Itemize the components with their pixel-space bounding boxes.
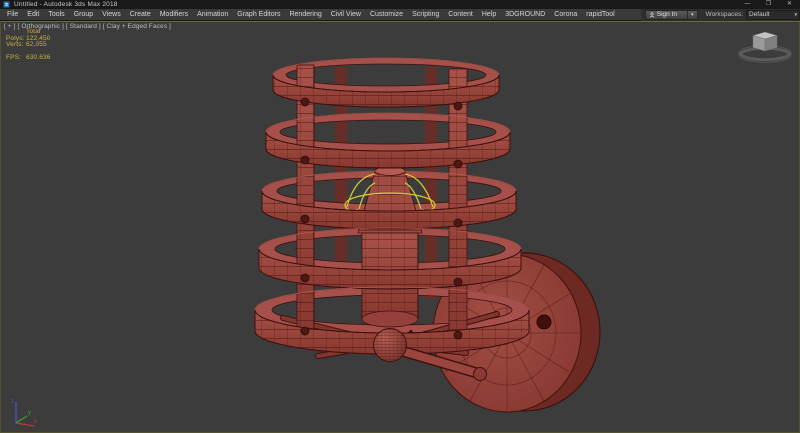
menu-item-animation[interactable]: Animation <box>197 9 228 20</box>
workspaces-dropdown[interactable]: Default ▾ <box>746 9 800 20</box>
sign-in-label: Sign In <box>656 11 678 18</box>
stats-fps-value: 630.636 <box>26 54 51 61</box>
view-cube[interactable] <box>734 25 794 69</box>
stats-verts-value: 62,055 <box>26 41 47 48</box>
menu-item-rapidtool[interactable]: rapidTool <box>586 9 614 20</box>
plate-knob <box>536 314 552 330</box>
menu-item-corona[interactable]: Corona <box>554 9 577 20</box>
menu-item-3dground[interactable]: 3DGROUND <box>505 9 545 20</box>
menu-item-edit[interactable]: Edit <box>27 9 39 20</box>
workspaces-label: Workspaces: <box>705 11 743 18</box>
axis-x-label: x <box>34 419 37 425</box>
chevron-down-icon: ▾ <box>794 11 797 18</box>
menu-item-help[interactable]: Help <box>482 9 496 20</box>
menu-item-modifiers[interactable]: Modifiers <box>160 9 188 20</box>
window-title: Untitled - Autodesk 3ds Max 2018 <box>14 1 118 8</box>
axis-y-label: y <box>28 410 31 416</box>
world-axis-gizmo: z x y <box>11 399 37 427</box>
3dsmax-app-icon[interactable] <box>3 1 10 8</box>
menu-item-tools[interactable]: Tools <box>48 9 64 20</box>
viewport-menu-renderer[interactable]: [ Standard ] <box>66 23 101 30</box>
menu-item-views[interactable]: Views <box>102 9 121 20</box>
menu-item-civil-view[interactable]: Civil View <box>331 9 361 20</box>
menu-item-graph-editors[interactable]: Graph Editors <box>237 9 280 20</box>
stats-verts-label: Verts: <box>6 41 24 48</box>
menu-item-scripting[interactable]: Scripting <box>412 9 439 20</box>
axis-z-label: z <box>11 399 14 405</box>
chevron-down-icon[interactable]: ▾ <box>691 11 694 19</box>
model-wall-lantern <box>254 57 601 413</box>
person-icon <box>649 11 655 18</box>
3dsmax-window: Untitled - Autodesk 3ds Max 2018 — ❐ ✕ F… <box>0 0 800 433</box>
menu-bar: File Edit Tools Group Views Create Modif… <box>0 8 800 21</box>
menu-bar-right: Sign In ▾ Workspaces: Default ▾ <box>640 8 800 21</box>
menu-item-file[interactable]: File <box>7 9 18 20</box>
viewport-menu-shading[interactable]: [ Clay + Edged Faces ] <box>103 23 171 30</box>
menu-item-content[interactable]: Content <box>448 9 473 20</box>
menu-item-rendering[interactable]: Rendering <box>289 9 321 20</box>
statistics-overlay: Total Polys: 122,450 Verts: 62,055 FPS: … <box>6 28 51 61</box>
workspaces-value: Default <box>749 11 770 18</box>
sign-in-separator <box>687 10 689 19</box>
sign-in-button[interactable]: Sign In ▾ <box>644 9 698 20</box>
viewport-canvas[interactable]: [ + ] [ Orthographic ] [ Standard ] [ Cl… <box>0 21 800 433</box>
menu-item-customize[interactable]: Customize <box>370 9 403 20</box>
menu-item-group[interactable]: Group <box>74 9 93 20</box>
stats-fps-label: FPS: <box>6 54 22 61</box>
menu-item-create[interactable]: Create <box>130 9 151 20</box>
